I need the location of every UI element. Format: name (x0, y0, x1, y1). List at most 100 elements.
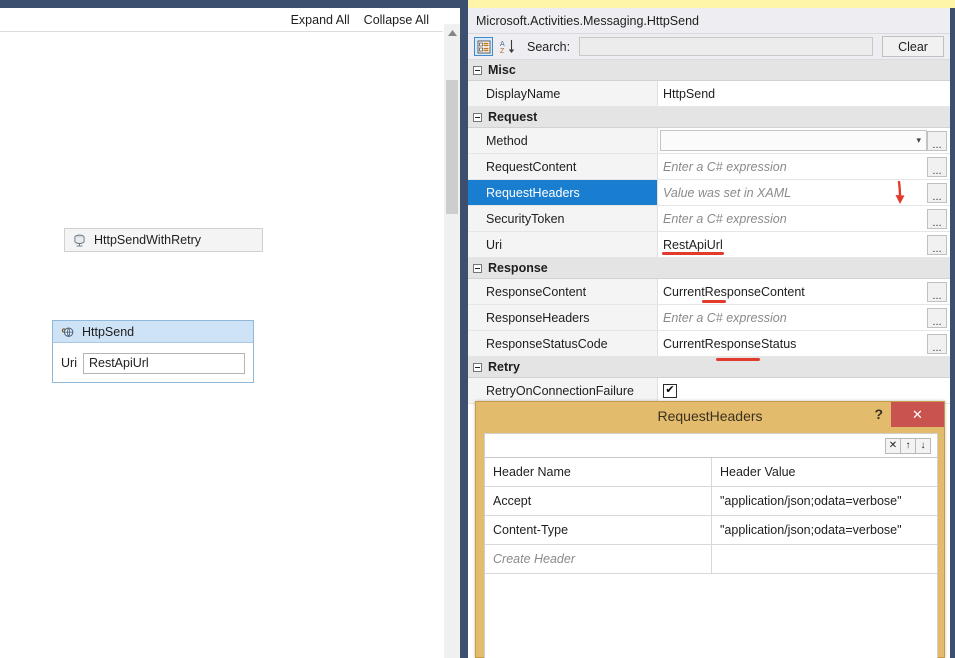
value-placeholder: Enter a C# expression (663, 159, 787, 174)
value-placeholder: Enter a C# expression (663, 211, 787, 226)
ellipsis-button[interactable]: ... (927, 208, 947, 229)
property-group-response[interactable]: Response (468, 258, 950, 279)
spool-icon (72, 233, 87, 247)
property-value[interactable]: Value was set in XAML ... (658, 180, 950, 205)
value-placeholder: Value was set in XAML (663, 185, 792, 200)
search-input[interactable] (579, 37, 873, 56)
red-underline-annotation (716, 358, 760, 361)
header-name-cell[interactable]: Content-Type (485, 516, 712, 544)
property-name: DisplayName (468, 81, 658, 106)
property-grid: Misc DisplayName HttpSend Request Method… (468, 60, 950, 409)
header-value-cell[interactable] (712, 545, 937, 573)
workflow-designer-panel: Expand All Collapse All HttpSendWithRetr… (0, 8, 443, 658)
group-label: Request (488, 110, 538, 124)
property-name: ResponseHeaders (468, 305, 658, 330)
table-row[interactable]: ResponseHeaders Enter a C# expression ..… (468, 305, 950, 331)
table-row[interactable]: ResponseStatusCode CurrentResponseStatus… (468, 331, 950, 361)
ellipsis-button[interactable]: ... (927, 281, 947, 302)
group-label: Misc (488, 63, 516, 77)
expand-all-link[interactable]: Expand All (291, 13, 350, 27)
activity-http-send-with-retry[interactable]: HttpSendWithRetry (64, 228, 263, 252)
table-row-new[interactable]: Create Header (485, 544, 937, 573)
table-row[interactable]: ResponseContent CurrentResponseContent .… (468, 279, 950, 305)
method-dropdown[interactable]: ▾ (660, 130, 927, 151)
property-name: Method (468, 128, 658, 153)
uri-input[interactable]: RestApiUrl (82, 352, 245, 374)
value-text: CurrentResponseContent (663, 284, 805, 299)
value-text: RestApiUrl (663, 237, 723, 252)
scroll-up-arrow-icon[interactable] (444, 24, 460, 41)
ellipsis-button[interactable]: ... (927, 130, 947, 151)
chevron-down-icon: ▾ (916, 135, 921, 145)
property-value[interactable]: Enter a C# expression ... (658, 154, 950, 179)
table-row[interactable]: Method ▾ ... (468, 128, 950, 154)
retry-on-connection-failure-checkbox[interactable]: ✔ (663, 383, 677, 398)
header-name-cell[interactable]: Accept (485, 487, 712, 515)
panel-highlight-strip (468, 0, 955, 8)
table-row[interactable]: Content-Type "application/json;odata=ver… (485, 515, 937, 544)
move-up-icon[interactable]: ↑ (900, 437, 916, 454)
properties-toolbar: A Z Search: Clear (468, 34, 950, 60)
dialog-toolbar: ✕ ↑ ↓ (485, 434, 937, 457)
move-down-icon[interactable]: ↓ (915, 437, 931, 454)
dialog-title-bar: RequestHeaders ? ✕ (476, 402, 944, 429)
property-name: RequestHeaders (468, 180, 658, 205)
property-value[interactable]: Enter a C# expression ... (658, 305, 950, 330)
table-row[interactable]: Uri RestApiUrl ... (468, 232, 950, 258)
collapse-icon[interactable] (473, 362, 482, 372)
property-value[interactable]: HttpSend (658, 81, 950, 106)
request-headers-dialog[interactable]: RequestHeaders ? ✕ ✕ ↑ ↓ Header Name Hea… (475, 401, 945, 658)
table-row[interactable]: SecurityToken Enter a C# expression ... (468, 206, 950, 232)
ellipsis-button[interactable]: ... (927, 156, 947, 177)
designer-canvas[interactable]: HttpSendWithRetry HttpSend Uri RestApiUr… (0, 32, 443, 658)
alphabetical-sort-icon[interactable]: A Z (498, 37, 517, 56)
close-button[interactable]: ✕ (891, 402, 944, 427)
create-header-cell[interactable]: Create Header (485, 545, 712, 573)
table-row[interactable]: RequestContent Enter a C# expression ... (468, 154, 950, 180)
ellipsis-button[interactable]: ... (927, 234, 947, 255)
headers-table: Header Name Header Value Accept "applica… (485, 457, 937, 658)
designer-toolbar: Expand All Collapse All (0, 8, 443, 31)
activity-http-send[interactable]: HttpSend Uri RestApiUrl (52, 320, 254, 383)
activity-http-send-header: HttpSend (53, 321, 253, 343)
table-row[interactable]: Accept "application/json;odata=verbose" (485, 486, 937, 515)
value-text: CurrentResponseStatus (663, 336, 797, 351)
properties-target-type: Microsoft.Activities.Messaging.HttpSend (468, 8, 950, 34)
property-group-request[interactable]: Request (468, 107, 950, 128)
property-value[interactable]: CurrentResponseStatus ... (658, 331, 950, 356)
ellipsis-button[interactable]: ... (927, 182, 947, 203)
property-name: RequestContent (468, 154, 658, 179)
property-value[interactable]: Enter a C# expression ... (658, 206, 950, 231)
delete-row-icon[interactable]: ✕ (885, 437, 901, 454)
header-value-cell[interactable]: "application/json;odata=verbose" (712, 516, 937, 544)
ellipsis-button[interactable]: ... (927, 307, 947, 328)
dialog-title: RequestHeaders (657, 407, 763, 424)
ellipsis-button[interactable]: ... (927, 333, 947, 354)
property-group-misc[interactable]: Misc (468, 60, 950, 81)
header-value-cell[interactable]: "application/json;odata=verbose" (712, 487, 937, 515)
collapse-icon[interactable] (473, 65, 482, 75)
property-group-retry[interactable]: Retry (468, 357, 950, 378)
help-button[interactable]: ? (874, 406, 883, 422)
collapse-icon[interactable] (473, 263, 482, 273)
http-send-icon (60, 325, 75, 339)
collapse-all-link[interactable]: Collapse All (364, 13, 429, 27)
svg-text:Z: Z (500, 48, 505, 54)
table-row[interactable]: DisplayName HttpSend (468, 81, 950, 107)
activity-label: HttpSend (82, 324, 135, 339)
property-value[interactable]: ▾ ... (658, 128, 950, 153)
property-value[interactable]: CurrentResponseContent ... (658, 279, 950, 304)
scrollbar-thumb[interactable] (446, 80, 458, 214)
activity-http-send-body: Uri RestApiUrl (53, 343, 253, 383)
group-label: Retry (488, 360, 520, 374)
designer-vertical-scrollbar[interactable] (444, 24, 460, 658)
categorized-view-icon[interactable] (474, 37, 493, 56)
property-value[interactable]: ✔ (658, 378, 950, 403)
uri-field-label: Uri (61, 356, 77, 370)
table-row-selected[interactable]: RequestHeaders Value was set in XAML ... (468, 180, 950, 206)
clear-button[interactable]: Clear (882, 36, 944, 57)
property-value[interactable]: RestApiUrl ... (658, 232, 950, 257)
value-placeholder: Enter a C# expression (663, 310, 787, 325)
svg-text:A: A (500, 41, 505, 48)
collapse-icon[interactable] (473, 112, 482, 122)
